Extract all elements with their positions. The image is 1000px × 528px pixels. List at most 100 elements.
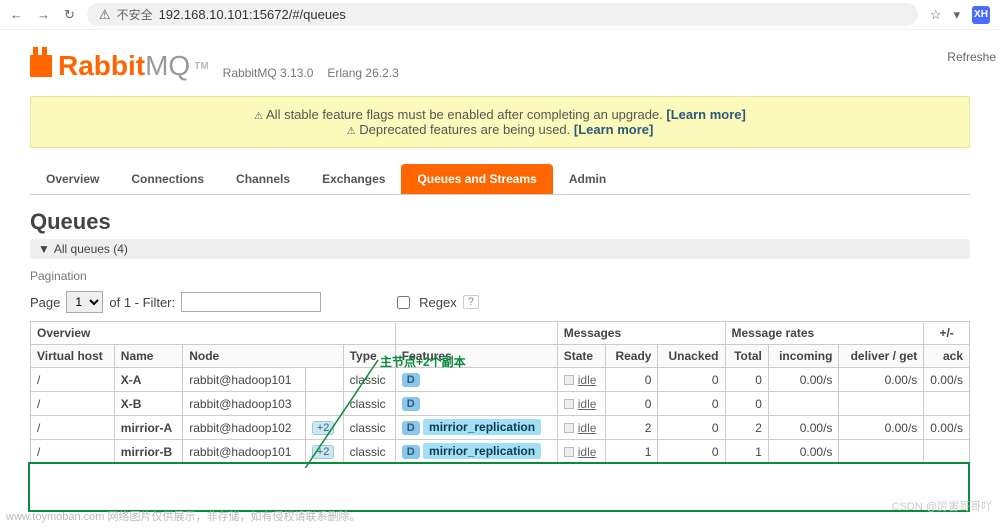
th-vhost[interactable]: Virtual host (31, 345, 115, 368)
cell-type: classic (343, 368, 395, 392)
group-blank (395, 322, 557, 345)
tab-channels[interactable]: Channels (220, 164, 306, 194)
cell-ack: 0.00/s (924, 416, 970, 440)
rabbitmq-logo[interactable]: RabbitMQTM (30, 50, 209, 82)
durable-badge: D (402, 445, 420, 459)
alert-banner: ⚠ All stable feature flags must be enabl… (30, 96, 970, 148)
cell-unacked: 0 (658, 416, 725, 440)
cell-unacked: 0 (658, 440, 725, 464)
cell-features: D mirrior_replication (395, 440, 557, 464)
watermark-csdn: CSDN @厉害哥哥吖 (892, 498, 992, 514)
tab-exchanges[interactable]: Exchanges (306, 164, 401, 194)
state-indicator-icon (564, 399, 574, 409)
alert-line-1: All stable feature flags must be enabled… (266, 107, 663, 122)
tab-overview[interactable]: Overview (30, 164, 115, 194)
filter-row: Page 1 of 1 - Filter: Regex ? (30, 291, 970, 313)
regex-help[interactable]: ? (463, 295, 479, 309)
page-title: Queues (30, 209, 970, 235)
replica-badge[interactable]: +2 (312, 445, 335, 459)
cell-total: 0 (725, 368, 768, 392)
cell-total: 0 (725, 392, 768, 416)
cell-node-plus: +2 (305, 416, 343, 440)
of-label: of 1 - Filter: (109, 295, 175, 310)
th-unacked[interactable]: Unacked (658, 345, 725, 368)
warning-icon: ⚠ (347, 126, 356, 137)
tab-connections[interactable]: Connections (115, 164, 220, 194)
warning-icon: ⚠ (254, 111, 263, 122)
cell-node: rabbit@hadoop101 (183, 368, 306, 392)
regex-label: Regex (419, 295, 457, 310)
table-header-row: Virtual host Name Node Type Features Sta… (31, 345, 970, 368)
rabbit-icon (30, 55, 52, 77)
cell-name[interactable]: mirrior-A (114, 416, 182, 440)
cell-incoming (768, 392, 839, 416)
insecure-label: 不安全 (117, 6, 153, 23)
logo-tm: TM (194, 61, 208, 72)
logo-text-1: Rabbit (58, 50, 145, 82)
cell-state: idle (557, 416, 606, 440)
cell-deliver (839, 392, 924, 416)
th-node[interactable]: Node (183, 345, 343, 368)
th-state[interactable]: State (557, 345, 606, 368)
th-name[interactable]: Name (114, 345, 182, 368)
cell-ack (924, 392, 970, 416)
forward-icon[interactable]: → (37, 7, 50, 23)
replica-badge[interactable]: +2 (312, 421, 335, 435)
cell-vhost: / (31, 392, 115, 416)
table-row: / mirrior-A rabbit@hadoop102 +2 classic … (31, 416, 970, 440)
th-total[interactable]: Total (725, 345, 768, 368)
cell-ack: 0.00/s (924, 368, 970, 392)
cell-ack (924, 440, 970, 464)
address-bar[interactable]: ⚠ 不安全 192.168.10.101:15672/#/queues (87, 3, 918, 26)
insecure-icon: ⚠ (99, 7, 111, 23)
section-label: All queues (4) (54, 242, 128, 256)
th-ready[interactable]: Ready (606, 345, 658, 368)
page-select[interactable]: 1 (66, 291, 103, 313)
filter-input[interactable] (181, 292, 321, 312)
durable-badge: D (402, 397, 420, 411)
cell-incoming: 0.00/s (768, 416, 839, 440)
back-icon[interactable]: ← (10, 7, 23, 23)
group-plusminus[interactable]: +/- (924, 322, 970, 345)
cell-ready: 2 (606, 416, 658, 440)
feature-tag: mirrior_replication (423, 443, 541, 459)
erlang-version: Erlang 26.2.3 (327, 66, 398, 80)
state-indicator-icon (564, 423, 574, 433)
cell-ready: 0 (606, 368, 658, 392)
state-indicator-icon (564, 375, 574, 385)
cell-state: idle (557, 392, 606, 416)
section-all-queues[interactable]: ▼ All queues (4) (30, 239, 970, 259)
extension-badge[interactable]: XH (972, 6, 990, 24)
cell-node: rabbit@hadoop102 (183, 416, 306, 440)
group-rates: Message rates (725, 322, 924, 345)
reload-icon[interactable]: ↻ (64, 7, 75, 23)
cell-node-plus (305, 368, 343, 392)
cell-unacked: 0 (658, 392, 725, 416)
cell-total: 2 (725, 416, 768, 440)
cell-name[interactable]: X-A (114, 368, 182, 392)
th-deliver[interactable]: deliver / get (839, 345, 924, 368)
regex-checkbox[interactable] (397, 296, 410, 309)
cell-type: classic (343, 440, 395, 464)
cell-name[interactable]: X-B (114, 392, 182, 416)
cell-name[interactable]: mirrior-B (114, 440, 182, 464)
chevron-down-icon: ▼ (38, 242, 50, 256)
cell-node: rabbit@hadoop103 (183, 392, 306, 416)
url-text: 192.168.10.101:15672/#/queues (159, 7, 346, 22)
table-row: / X-A rabbit@hadoop101 classic D idle 0 … (31, 368, 970, 392)
cell-features: D (395, 368, 557, 392)
th-incoming[interactable]: incoming (768, 345, 839, 368)
th-ack[interactable]: ack (924, 345, 970, 368)
cell-vhost: / (31, 368, 115, 392)
tab-queues[interactable]: Queues and Streams (401, 164, 552, 194)
cell-ready: 0 (606, 392, 658, 416)
state-indicator-icon (564, 447, 574, 457)
cell-incoming: 0.00/s (768, 368, 839, 392)
learn-more-link-2[interactable]: [Learn more] (574, 122, 653, 137)
star-icon[interactable]: ☆ (930, 7, 942, 23)
cell-incoming: 0.00/s (768, 440, 839, 464)
chevron-down-icon[interactable]: ▾ (953, 7, 960, 23)
tab-admin[interactable]: Admin (553, 164, 622, 194)
learn-more-link-1[interactable]: [Learn more] (666, 107, 745, 122)
cell-node-plus (305, 392, 343, 416)
